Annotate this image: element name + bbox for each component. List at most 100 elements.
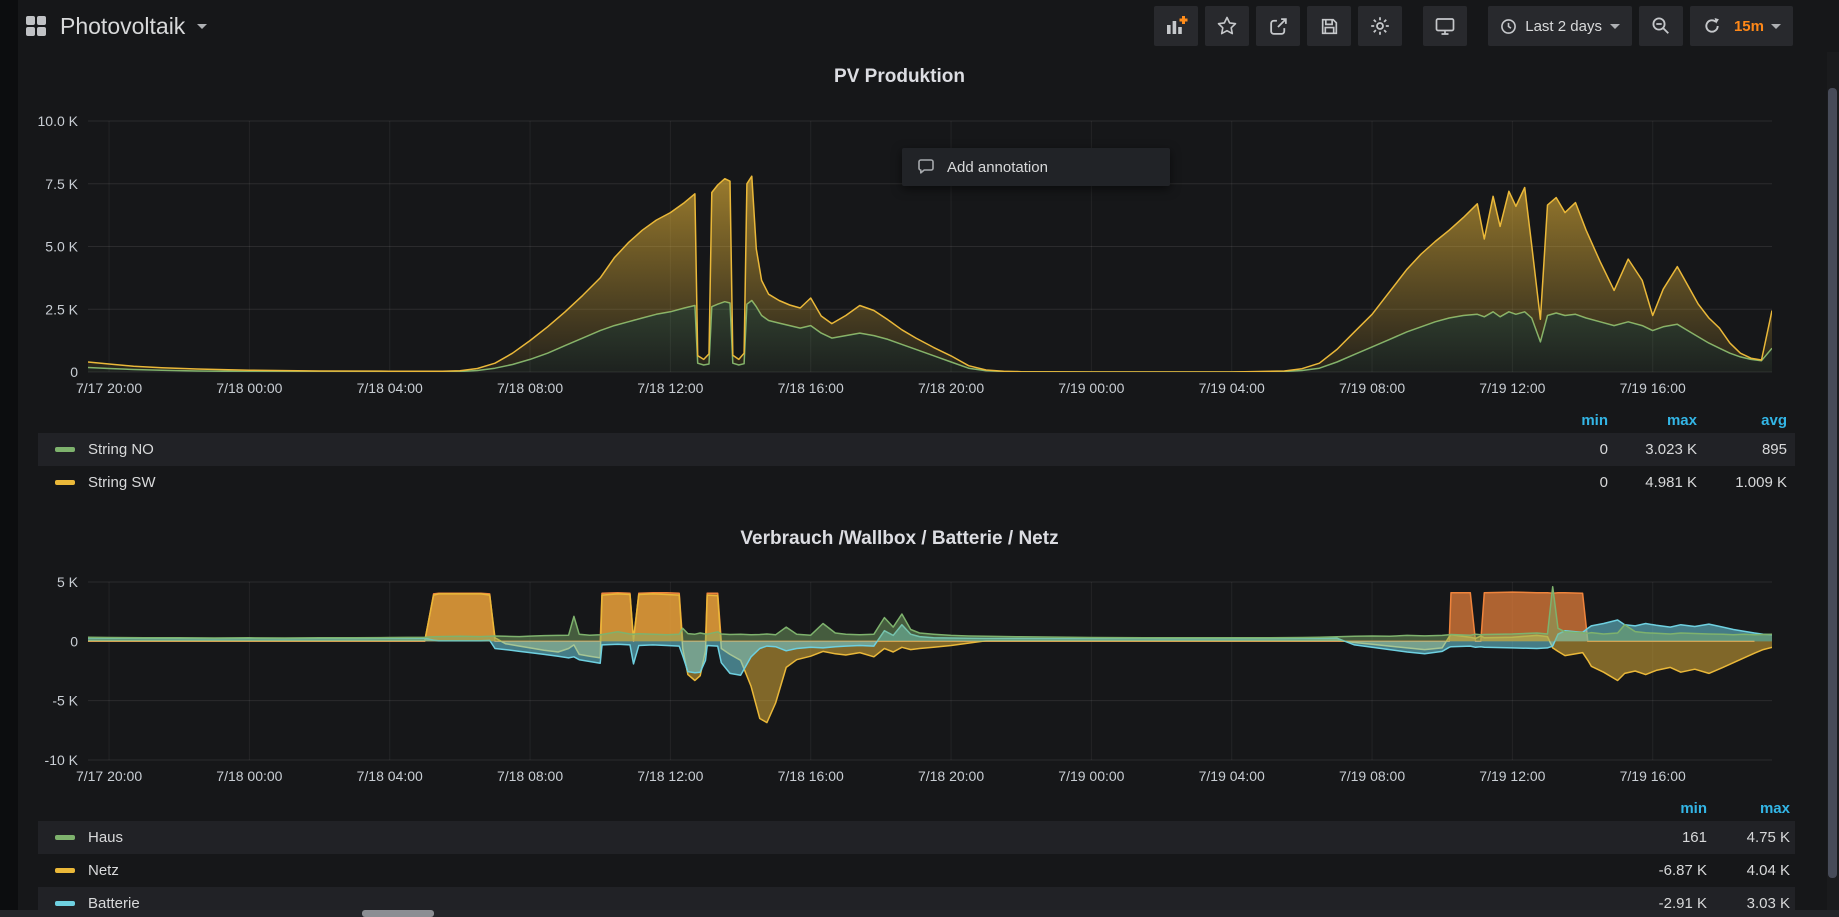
settings-button[interactable] <box>1358 6 1402 46</box>
series-color-dash <box>55 480 75 485</box>
apps-grid-icon <box>26 15 48 37</box>
magnifier-minus-icon <box>1650 15 1672 37</box>
panel-title-pv-produktion[interactable]: PV Produktion <box>0 66 1799 88</box>
y-tick-label: 2.5 K <box>45 301 78 317</box>
save-button[interactable] <box>1307 6 1351 46</box>
refresh-picker: 15m <box>1690 6 1793 46</box>
refresh-icon <box>1702 16 1722 36</box>
x-tick-label: 7/18 00:00 <box>216 380 282 396</box>
series-min-value: 0 <box>1600 466 1608 499</box>
caret-down-icon <box>197 24 207 29</box>
x-tick-label: 7/18 12:00 <box>637 768 703 784</box>
legend-row-netz[interactable]: Netz -6.87 K 4.04 K <box>38 854 1795 887</box>
x-tick-label: 7/18 20:00 <box>918 768 984 784</box>
x-tick-label: 7/18 04:00 <box>357 380 423 396</box>
series-color-dash <box>55 835 75 840</box>
bar-chart-plus-icon <box>1164 15 1188 37</box>
horizontal-scrollbar-track[interactable] <box>0 910 1839 917</box>
x-tick-label: 7/17 20:00 <box>76 380 142 396</box>
refresh-interval-label[interactable]: 15m <box>1734 18 1764 35</box>
y-tick-label: -5 K <box>52 693 78 709</box>
share-button[interactable] <box>1256 6 1300 46</box>
time-range-label: Last 2 days <box>1525 18 1602 35</box>
horizontal-scrollbar-thumb[interactable] <box>362 910 434 917</box>
verbrauch-legend: min max Haus 161 4.75 K Netz -6.87 K 4.0… <box>38 800 1795 917</box>
zoom-out-button[interactable] <box>1639 6 1683 46</box>
series-min-value: 0 <box>1600 433 1608 466</box>
star-button[interactable] <box>1205 6 1249 46</box>
add-panel-button[interactable] <box>1154 6 1198 46</box>
x-tick-label: 7/18 12:00 <box>637 380 703 396</box>
legend-row-string-sw[interactable]: String SW 0 4.981 K 1.009 K <box>38 466 1795 499</box>
y-tick-label: 5 K <box>57 574 79 590</box>
series-min-value: -6.87 K <box>1659 854 1707 887</box>
series-label[interactable]: Netz <box>88 862 119 879</box>
x-tick-label: 7/19 04:00 <box>1199 380 1265 396</box>
dashboard-title-dropdown[interactable]: Photovoltaik <box>26 13 207 40</box>
x-tick-label: 7/19 16:00 <box>1620 768 1686 784</box>
series-max-value: 4.981 K <box>1645 466 1697 499</box>
x-tick-label: 7/19 12:00 <box>1479 380 1545 396</box>
y-tick-label: 0 <box>70 633 78 649</box>
cycle-view-button[interactable] <box>1423 6 1467 46</box>
y-tick-label: 10.0 K <box>38 113 79 129</box>
caret-down-icon <box>1771 24 1781 29</box>
verbrauch-chart[interactable]: 5 K 0 -5 K -10 K7/17 20:00 7/18 00:00 7/18 04… <box>0 570 1800 800</box>
monitor-icon <box>1434 15 1456 37</box>
panel-title-verbrauch[interactable]: Verbrauch /Wallbox / Batterie / Netz <box>0 528 1799 550</box>
y-tick-label: -10 K <box>45 752 79 768</box>
series-min-value: 161 <box>1682 821 1707 854</box>
legend-header-row: min max avg <box>38 412 1795 433</box>
add-annotation-menu-item[interactable]: Add annotation <box>902 148 1170 186</box>
x-tick-label: 7/19 00:00 <box>1058 768 1124 784</box>
series-label[interactable]: String NO <box>88 441 154 458</box>
x-tick-label: 7/18 16:00 <box>778 768 844 784</box>
x-tick-label: 7/19 04:00 <box>1199 768 1265 784</box>
x-tick-label: 7/19 08:00 <box>1339 380 1405 396</box>
legend-header-row: min max <box>38 800 1795 821</box>
legend-header-max[interactable]: max <box>1667 412 1697 429</box>
vertical-scrollbar-thumb[interactable] <box>1828 88 1837 878</box>
legend-row-haus[interactable]: Haus 161 4.75 K <box>38 821 1795 854</box>
y-tick-label: 5.0 K <box>45 239 78 255</box>
x-tick-label: 7/18 04:00 <box>357 768 423 784</box>
navbar-actions: Last 2 days 15m <box>1147 6 1793 46</box>
refresh-button[interactable] <box>1690 6 1734 46</box>
caret-down-icon <box>1610 24 1620 29</box>
legend-row-string-no[interactable]: String NO 0 3.023 K 895 <box>38 433 1795 466</box>
navbar: Photovoltaik <box>18 0 1839 52</box>
x-tick-label: 7/18 16:00 <box>778 380 844 396</box>
series-max-value: 4.75 K <box>1747 821 1790 854</box>
time-range-picker[interactable]: Last 2 days <box>1488 6 1632 46</box>
series-avg-value: 895 <box>1762 433 1787 466</box>
legend-header-min[interactable]: min <box>1680 800 1707 817</box>
series-max-value: 3.023 K <box>1645 433 1697 466</box>
star-icon <box>1216 15 1238 37</box>
legend-header-min[interactable]: min <box>1581 412 1608 429</box>
series-color-dash <box>55 447 75 452</box>
series-label[interactable]: String SW <box>88 474 156 491</box>
save-icon <box>1319 16 1340 37</box>
gear-icon <box>1369 15 1391 37</box>
x-tick-label: 7/19 12:00 <box>1479 768 1545 784</box>
share-icon <box>1268 16 1289 37</box>
series-color-dash <box>55 901 75 906</box>
x-tick-label: 7/18 20:00 <box>918 380 984 396</box>
legend-header-max[interactable]: max <box>1760 800 1790 817</box>
x-tick-label: 7/17 20:00 <box>76 768 142 784</box>
pv-produktion-chart[interactable]: 0 2.5 K 5.0 K 7.5 K 10.0 K 7/17 20:00 7/18 00:… <box>0 110 1800 402</box>
menu-item-label: Add annotation <box>947 159 1048 176</box>
x-tick-label: 7/19 00:00 <box>1058 380 1124 396</box>
clock-icon <box>1500 18 1517 35</box>
pv-produktion-legend: min max avg String NO 0 3.023 K 895 Stri… <box>38 412 1795 502</box>
y-tick-label: 0 <box>70 364 78 380</box>
x-tick-label: 7/18 00:00 <box>216 768 282 784</box>
legend-header-avg[interactable]: avg <box>1761 412 1787 429</box>
series-max-value: 4.04 K <box>1747 854 1790 887</box>
series-label[interactable]: Haus <box>88 829 123 846</box>
y-tick-label: 7.5 K <box>45 176 78 192</box>
series-avg-value: 1.009 K <box>1735 466 1787 499</box>
series-color-dash <box>55 868 75 873</box>
dashboard-title[interactable]: Photovoltaik <box>60 13 185 40</box>
x-tick-label: 7/19 16:00 <box>1620 380 1686 396</box>
